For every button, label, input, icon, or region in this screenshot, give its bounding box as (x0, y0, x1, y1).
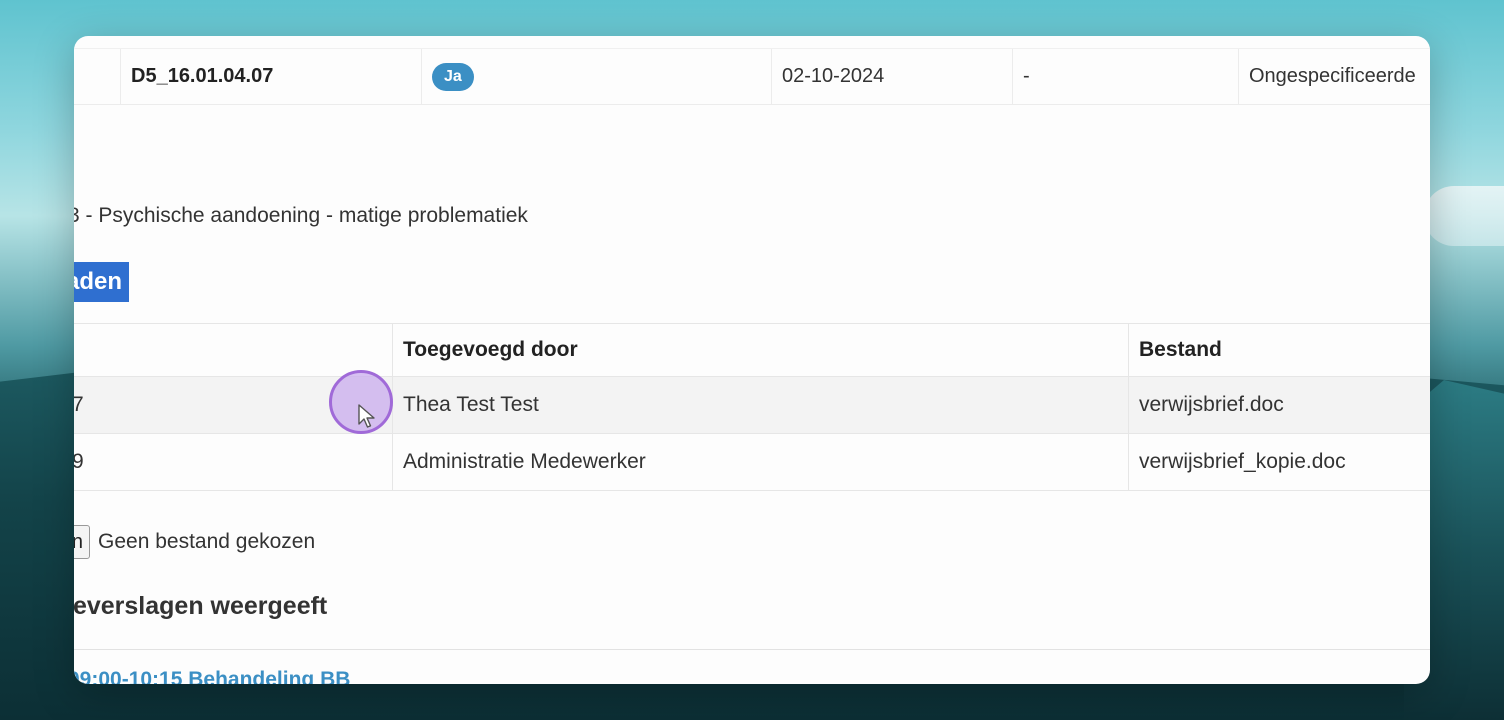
choose-file-button[interactable]: n (74, 525, 90, 559)
row-date: 9 (74, 450, 84, 473)
file-status: Geen bestand gekozen (98, 530, 316, 553)
row-file-link[interactable]: verwijsbrief_kopie.doc (1128, 434, 1346, 490)
type-value: Ongespecificeerde (1249, 65, 1416, 87)
row-file-link[interactable]: verwijsbrief.doc (1128, 377, 1284, 433)
table-row[interactable]: 9 Administratie Medewerker verwijsbrief_… (74, 434, 1430, 491)
code-cell: D5_16.01.04.07 (120, 49, 421, 104)
date-cell: 02-10-2024 (771, 49, 1012, 104)
appointment-link[interactable]: 09:00-10:15 Behandeling BB (74, 668, 350, 684)
code-value: D5_16.01.04.07 (131, 65, 274, 87)
diagnosis-text: 3 - Psychische aandoening - matige probl… (74, 204, 528, 227)
table-row[interactable]: D5_16.01.04.07 Ja 02-10-2024 - Ongespeci… (74, 48, 1430, 105)
row-added-by: Thea Test Test (392, 377, 539, 433)
col-header-added-by: Toegevoegd door (392, 324, 578, 376)
reports-heading: ieverslagen weergeeft (74, 592, 328, 620)
col-header-file: Bestand (1128, 324, 1222, 376)
dash-cell: - (1012, 49, 1238, 104)
divider (74, 649, 1430, 650)
file-upload: n Geen bestand gekozen (74, 525, 315, 559)
row-added-by: Administratie Medewerker (392, 434, 646, 490)
status-cell: Ja (421, 49, 771, 104)
row-date: 7 (74, 393, 84, 416)
mouse-pointer-icon (358, 404, 375, 428)
table-header-row: Toegevoegd door Bestand (74, 323, 1430, 377)
cursor-highlight (329, 370, 393, 434)
status-badge: Ja (432, 62, 474, 91)
files-heading-label: aden (74, 268, 123, 295)
dash-value: - (1023, 65, 1030, 87)
files-heading: aden (74, 262, 129, 302)
table-row[interactable]: 7 Thea Test Test verwijsbrief.doc (74, 377, 1430, 434)
files-table: Toegevoegd door Bestand 7 Thea Test Test… (74, 323, 1430, 491)
type-cell: Ongespecificeerde (1238, 49, 1430, 104)
background-cloud (1424, 186, 1504, 246)
date-value: 02-10-2024 (782, 65, 885, 87)
app-window: D5_16.01.04.07 Ja 02-10-2024 - Ongespeci… (74, 36, 1430, 684)
